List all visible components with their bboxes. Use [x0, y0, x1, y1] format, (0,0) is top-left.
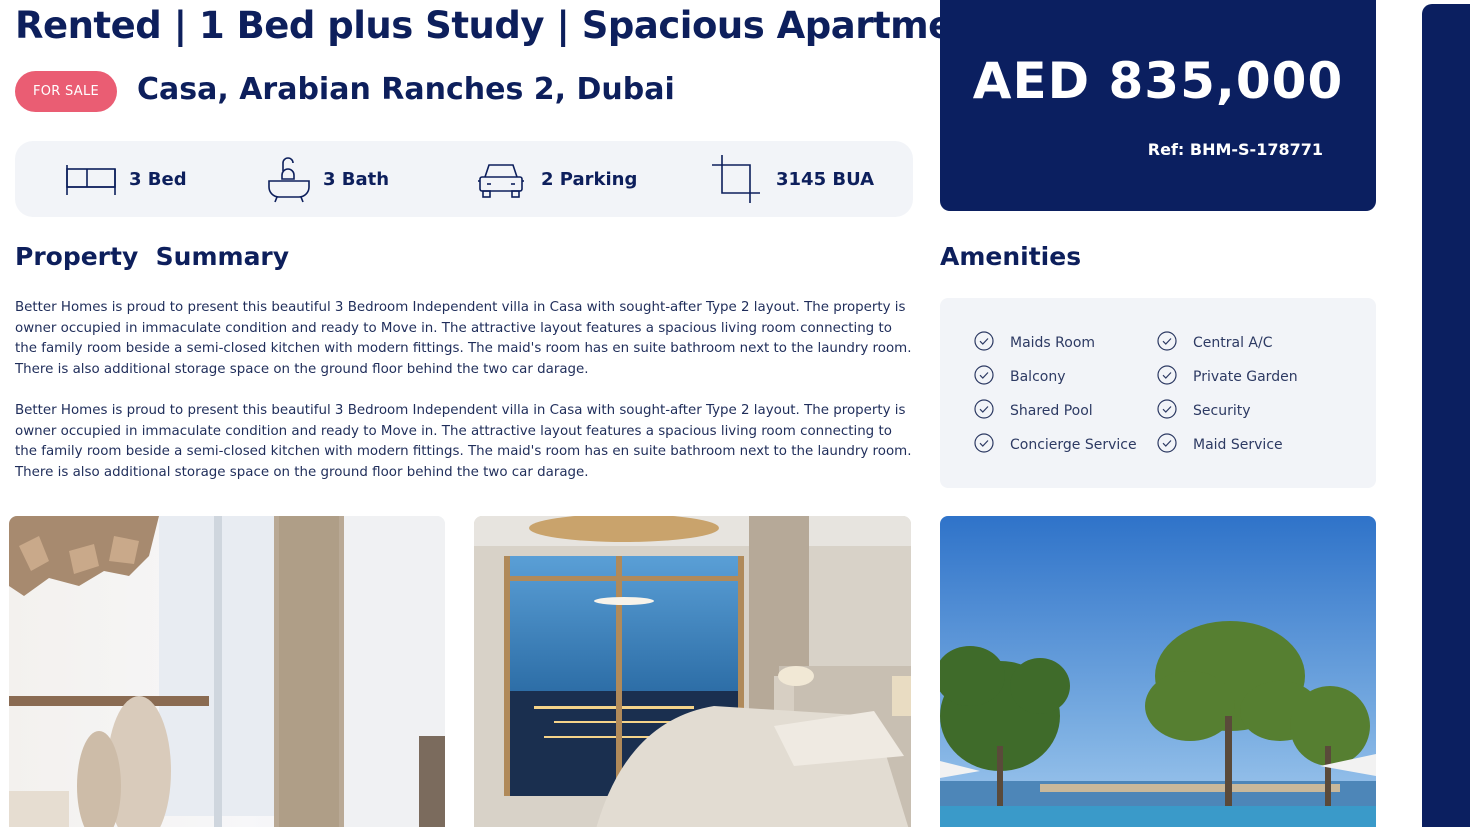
check-circle-icon	[1157, 399, 1177, 423]
bath-icon	[267, 155, 311, 203]
reference-number: Ref: BHM-S-178771	[1147, 140, 1323, 159]
check-circle-icon	[974, 365, 994, 389]
price-card: AED 835,000 Ref: BHM-S-178771	[940, 0, 1376, 211]
listing-location: Casa, Arabian Ranches 2, Dubai	[137, 72, 675, 107]
check-circle-icon	[974, 399, 994, 423]
amenity-label: Central A/C	[1193, 335, 1273, 351]
amenity-item: Concierge Service	[974, 433, 1137, 457]
side-panel	[1422, 4, 1470, 827]
feature-area-label: 3145 BUA	[776, 168, 875, 190]
check-circle-icon	[1157, 365, 1177, 389]
check-circle-icon	[1157, 331, 1177, 355]
amenity-item: Balcony	[974, 365, 1066, 389]
amenity-item: Central A/C	[1157, 331, 1273, 355]
crop-area-icon	[710, 153, 762, 205]
features-bar: 3 Bed 3 Bath 2 Parking 3145 BUA	[15, 141, 913, 217]
amenities-title: Amenities	[940, 242, 1082, 271]
property-photo-dining[interactable]	[9, 516, 445, 827]
feature-area: 3145 BUA	[710, 141, 874, 217]
summary-paragraph: Better Homes is proud to present this be…	[15, 300, 912, 378]
feature-parking: 2 Parking	[477, 141, 637, 217]
listing-title: Rented | 1 Bed plus Study | Spacious Apa…	[15, 4, 996, 47]
feature-baths: 3 Bath	[267, 141, 389, 217]
property-photo-bedroom[interactable]	[474, 516, 911, 827]
amenity-item: Maids Room	[974, 331, 1095, 355]
car-icon	[477, 159, 525, 199]
check-circle-icon	[1157, 433, 1177, 457]
feature-beds-label: 3 Bed	[129, 168, 187, 190]
amenity-label: Security	[1193, 403, 1251, 419]
amenity-item: Security	[1157, 399, 1251, 423]
check-circle-icon	[974, 331, 994, 355]
amenities-list: Maids Room Central A/C Balcony Private G…	[940, 298, 1376, 488]
feature-beds: 3 Bed	[65, 141, 187, 217]
price-amount: AED 835,000	[972, 52, 1344, 110]
check-circle-icon	[974, 433, 994, 457]
amenity-item: Private Garden	[1157, 365, 1298, 389]
summary-paragraph: Better Homes is proud to present this be…	[15, 403, 912, 481]
amenity-label: Concierge Service	[1010, 437, 1137, 453]
property-photo-pool[interactable]	[940, 516, 1376, 827]
amenity-label: Maids Room	[1010, 335, 1096, 351]
amenity-item: Shared Pool	[974, 399, 1093, 423]
bed-icon	[65, 159, 117, 199]
summary-title: Property Summary	[15, 242, 290, 271]
amenity-label: Balcony	[1010, 369, 1066, 385]
feature-baths-label: 3 Bath	[323, 168, 390, 190]
amenity-label: Maid Service	[1193, 437, 1283, 453]
feature-parking-label: 2 Parking	[541, 168, 638, 190]
amenity-label: Shared Pool	[1010, 403, 1093, 419]
for-sale-badge: FOR SALE	[15, 71, 117, 112]
amenity-item: Maid Service	[1157, 433, 1283, 457]
amenity-label: Private Garden	[1193, 369, 1298, 385]
